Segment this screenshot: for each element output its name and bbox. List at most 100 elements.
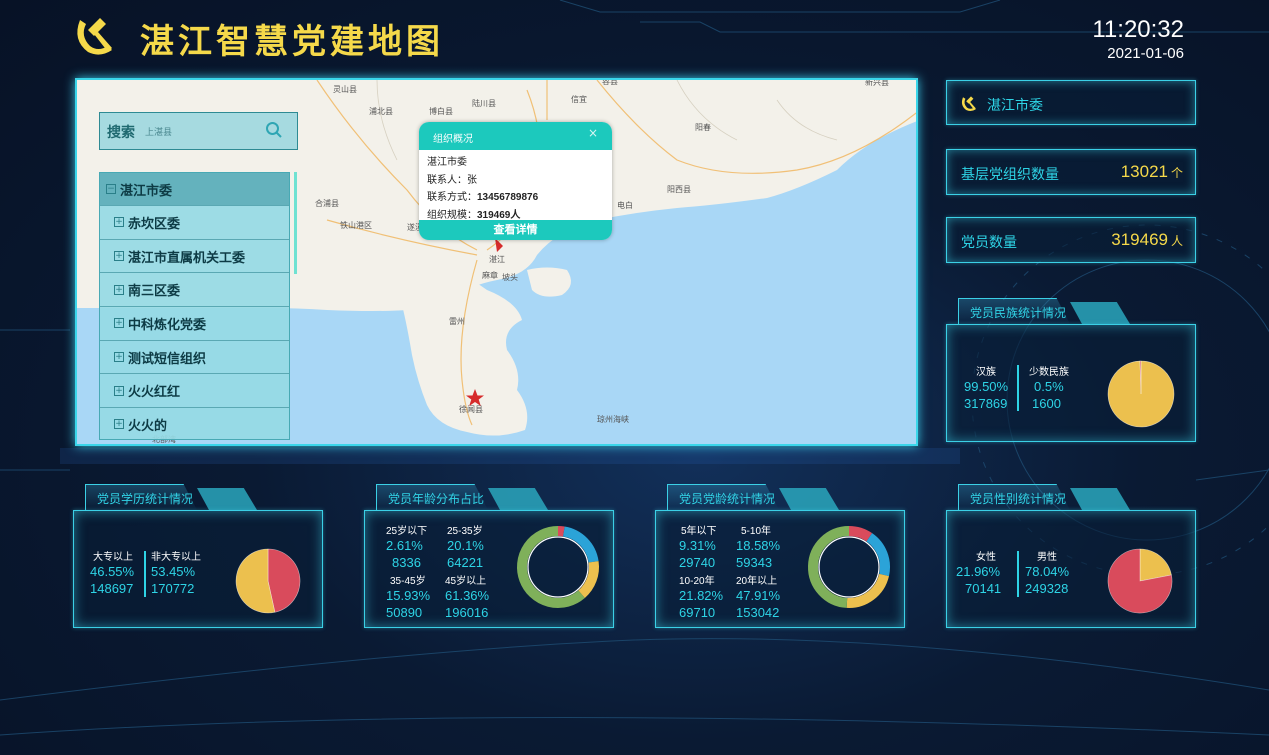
stat-cell: 汉族 99.50% 317869: [964, 367, 1009, 411]
clock: 11:20:32 2021-01-06: [1092, 16, 1184, 62]
map-label: 陆川县: [472, 98, 496, 108]
org-count-label: 基层党组织数量: [961, 167, 1059, 183]
tree-item[interactable]: + 南三区委: [100, 272, 289, 306]
education-panel: 党员学历统计情况 大专以上 46.55% 148697 非大专以上 53.45%…: [73, 484, 325, 629]
org-count-value: 13021 个: [1120, 162, 1183, 181]
tree-item-label: 火火红红: [128, 385, 181, 401]
tree-scrollbar[interactable]: [294, 172, 297, 274]
slice-20年以上[interactable]: [808, 526, 850, 608]
party-age-panel: 党员党龄统计情况 5年以下 9.31% 29740 5-10年 18.58% 5…: [655, 484, 907, 629]
age-donut-chart: [517, 526, 599, 608]
tree-item-label: 中科炼化党委: [128, 317, 207, 333]
expand-icon[interactable]: +: [114, 419, 124, 430]
map-label: 阳春: [695, 122, 711, 132]
map-label: 新兴县: [865, 80, 889, 87]
education-pie-chart: [235, 548, 301, 614]
org-popup: 组织概况 × 湛江市委 联系人：张 联系方式：13456789876 组织规模：…: [419, 122, 612, 240]
member-count-card: 党员数量 319469 人: [946, 217, 1196, 263]
tree-item-label: 湛江市直属机关工委: [128, 250, 246, 266]
tree-item-label: 测试短信组织: [128, 351, 207, 367]
header: 湛江智慧党建地图 11:20:32 2021-01-06: [0, 0, 1269, 70]
tree-item-label: 赤坎区委: [128, 216, 181, 232]
map-label: 阳西县: [667, 185, 691, 194]
slice-10-20年[interactable]: [846, 573, 889, 608]
tree-item-label: 火火的: [128, 418, 168, 434]
tree-root-label: 湛江市委: [120, 183, 173, 199]
stat-cell: 10-20年 21.82% 69710: [679, 576, 724, 620]
stat-cell: 大专以上 46.55% 148697: [90, 552, 135, 596]
map-label: 电白: [617, 200, 633, 210]
stat-cell: 45岁以上 61.36% 196016: [445, 576, 490, 620]
close-icon[interactable]: ×: [588, 126, 598, 140]
popup-header: 组织概况: [419, 122, 612, 150]
party-emblem-icon: [961, 96, 976, 112]
tree-item[interactable]: + 火火红红: [100, 373, 289, 407]
map-label: 坡头: [502, 272, 518, 282]
tree-item[interactable]: + 火火的: [100, 407, 289, 441]
member-count-label: 党员数量: [961, 235, 1017, 251]
stat-cell: 5年以下 9.31% 29740: [679, 526, 717, 570]
slice-45岁以上[interactable]: [517, 526, 585, 608]
stat-cell: 少数民族 0.5% 1600: [1029, 367, 1069, 411]
member-count-value: 319469 人: [1111, 230, 1183, 249]
donut-inner-ring: [818, 536, 880, 598]
expand-icon[interactable]: +: [114, 217, 124, 228]
org-tree[interactable]: − 湛江市委 + 赤坎区委 + 湛江市直属机关工委 + 南三区委 + 中科炼化党委 + 测…: [99, 172, 290, 440]
map-label: 湛江: [489, 255, 505, 264]
search-box[interactable]: 搜索 上湛县: [99, 112, 298, 150]
stat-cell: 20年以上 47.91% 153042: [736, 576, 781, 620]
expand-icon[interactable]: +: [114, 284, 124, 295]
panel-title: 党员党龄统计情况: [679, 492, 776, 506]
panel-title: 党员学历统计情况: [97, 492, 194, 506]
popup-org: 湛江市委: [427, 157, 467, 168]
slice-25-35岁[interactable]: [562, 526, 599, 563]
stat-cell: 男性 78.04% 249328: [1025, 552, 1070, 596]
map-label: 容县: [602, 80, 618, 86]
search-icon[interactable]: [265, 121, 283, 139]
slice-5年以下[interactable]: [848, 526, 873, 542]
expand-icon[interactable]: +: [114, 385, 124, 396]
expand-icon[interactable]: +: [114, 251, 124, 262]
age-panel: 党员年龄分布占比 25岁以下 2.61% 8336 25-35岁 20.1% 6…: [364, 484, 616, 629]
stat-cell: 女性 21.96% 70141: [956, 552, 1002, 596]
party-emblem-icon: [77, 18, 112, 55]
collapse-icon[interactable]: −: [106, 184, 116, 194]
map-label: 信宜: [571, 94, 587, 104]
expand-icon[interactable]: +: [114, 352, 124, 363]
gender-pie-chart: [1107, 548, 1173, 614]
donut-inner-ring: [527, 536, 589, 598]
app-title: 湛江智慧党建地图: [140, 22, 444, 62]
search-label: 搜索: [107, 125, 135, 141]
stat-cell: 5-10年 18.58% 59343: [736, 526, 781, 570]
ethnicity-pie-chart: [1107, 360, 1175, 428]
expand-icon[interactable]: +: [114, 318, 124, 329]
map-panel[interactable]: 灵山县 浦北县 博白县 陆川县 信宜 容县 阳春 新兴县 合浦县 铁山港区 廉江…: [75, 78, 918, 446]
clock-time: 11:20:32: [1092, 16, 1184, 43]
stat-cell: 非大专以上 53.45% 170772: [151, 552, 201, 596]
stat-cell: 35-45岁 15.93% 50890: [386, 576, 431, 620]
org-card[interactable]: 湛江市委: [946, 80, 1196, 125]
map-label: 灵山县: [333, 84, 357, 94]
tree-item-label: 南三区委: [128, 284, 181, 300]
view-details-button[interactable]: 查看详情: [419, 220, 612, 240]
map-label: 雷州: [449, 317, 465, 326]
popup-body: 湛江市委 联系人：张 联系方式：13456789876 组织规模：319469人: [419, 150, 612, 228]
gender-panel: 党员性别统计情况 女性 21.96% 70141 男性 78.04% 24932…: [946, 484, 1198, 629]
tree-item[interactable]: + 赤坎区委: [100, 205, 289, 239]
map-label: 麻章: [482, 270, 498, 280]
popup-contact-person: 联系人：张: [427, 174, 477, 186]
panel-title: 党员性别统计情况: [970, 492, 1067, 506]
clock-date: 2021-01-06: [1107, 45, 1184, 62]
map-label: 浦北县: [369, 106, 393, 116]
map-label: 合浦县: [315, 198, 339, 208]
tree-item[interactable]: + 湛江市直属机关工委: [100, 238, 289, 273]
panel-title: 党员民族统计情况: [970, 306, 1067, 320]
tree-item[interactable]: + 测试短信组织: [100, 339, 289, 374]
search-placeholder[interactable]: 上湛县: [145, 125, 172, 138]
tree-item[interactable]: + 中科炼化党委: [100, 306, 289, 340]
map-label: 博白县: [429, 106, 453, 116]
org-name: 湛江市委: [987, 98, 1043, 114]
party-age-donut-chart: [808, 526, 890, 608]
tree-root[interactable]: − 湛江市委: [100, 173, 289, 205]
map-label: 铁山港区: [340, 220, 372, 230]
